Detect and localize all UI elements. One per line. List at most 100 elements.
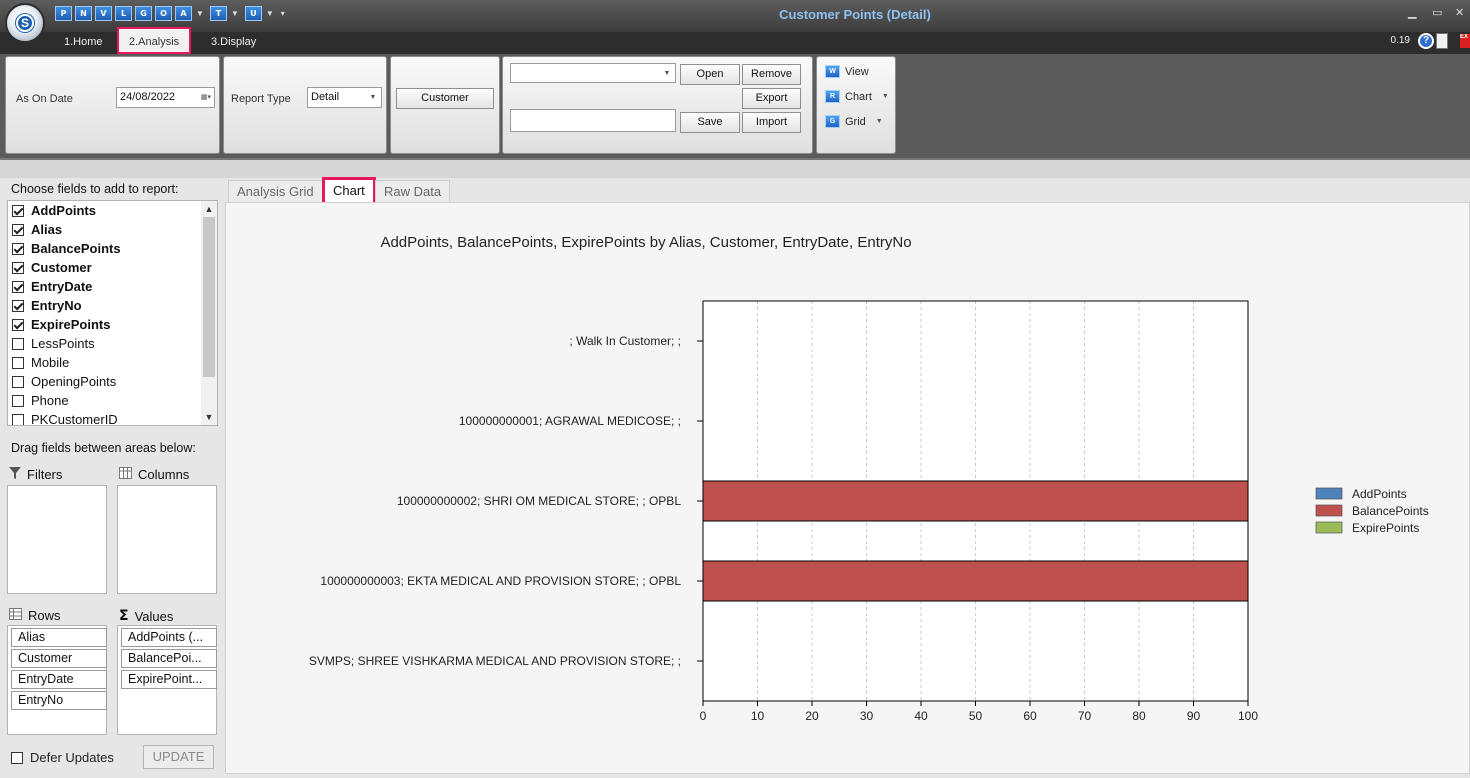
scroll-down-icon[interactable]: ▼ (201, 409, 217, 425)
chevron-down-icon[interactable]: ▼ (196, 9, 204, 18)
field-label: Customer (31, 260, 92, 275)
value-field-chip[interactable]: AddPoints (... (121, 628, 217, 647)
quick-g-button[interactable]: G (135, 6, 152, 21)
chart-button[interactable]: R Chart ▼ (825, 90, 889, 103)
quick-v-button[interactable]: V (95, 6, 112, 21)
defer-updates-label: Defer Updates (30, 750, 114, 765)
layout-group: ▼ Open Remove Export Save Import (502, 56, 813, 154)
open-button[interactable]: Open (680, 64, 740, 85)
exit-icon[interactable]: EX (1460, 34, 1470, 48)
minimize-icon[interactable]: ▁ (1408, 6, 1416, 19)
quick-l-button[interactable]: L (115, 6, 132, 21)
report-type-select[interactable]: Detail ▼ (307, 87, 382, 108)
chevron-down-icon[interactable]: ▼ (876, 118, 883, 125)
values-header: Σ Values (119, 608, 174, 624)
field-checkbox[interactable] (12, 318, 24, 331)
field-label: OpeningPoints (31, 374, 117, 389)
field-item[interactable]: ExpirePoints (8, 315, 217, 334)
chevron-down-icon[interactable]: ▼ (367, 91, 379, 104)
field-item[interactable]: OpeningPoints (8, 372, 217, 391)
calendar-icon[interactable]: ▦▾ (200, 91, 212, 104)
field-checkbox[interactable] (12, 242, 24, 255)
scroll-thumb[interactable] (203, 217, 215, 377)
field-item[interactable]: PKCustomerID (8, 410, 217, 425)
row-field-chip[interactable]: EntryDate (11, 670, 107, 689)
field-item[interactable]: BalancePoints (8, 239, 217, 258)
field-label: LessPoints (31, 336, 95, 351)
update-button[interactable]: UPDATE (143, 745, 214, 769)
as-on-date-field[interactable]: 24/08/2022 ▦▾ (116, 87, 215, 108)
quick-u-button[interactable]: U (244, 6, 262, 21)
field-checkbox[interactable] (12, 280, 24, 293)
import-button[interactable]: Import (742, 112, 801, 133)
values-area[interactable]: AddPoints (... BalancePoi... ExpirePoint… (117, 625, 217, 735)
field-list[interactable]: AddPoints Alias BalancePoints Customer Entry… (7, 200, 218, 426)
field-checkbox[interactable] (12, 413, 24, 425)
close-icon[interactable]: ✕ (1455, 6, 1464, 19)
chevron-down-icon[interactable]: ▼ (882, 93, 889, 100)
layout-name-input[interactable] (510, 109, 676, 132)
field-list-scrollbar[interactable]: ▲ ▼ (201, 201, 217, 425)
value-field-chip[interactable]: BalancePoi... (121, 649, 217, 668)
defer-updates-checkbox[interactable] (11, 751, 23, 764)
view-button[interactable]: W View (825, 65, 869, 78)
tab-analysis[interactable]: 2.Analysis (117, 27, 192, 54)
field-checkbox[interactable] (12, 356, 24, 369)
tab-chart[interactable]: Chart (322, 177, 376, 205)
field-item[interactable]: Alias (8, 220, 217, 239)
field-checkbox[interactable] (12, 394, 24, 407)
customize-toolbar-icon[interactable]: ▾ (281, 9, 285, 18)
quick-p-button[interactable]: P (55, 6, 72, 21)
scroll-up-icon[interactable]: ▲ (201, 201, 217, 217)
rows-area[interactable]: Alias Customer EntryDate EntryNo (7, 625, 107, 735)
quick-t-button[interactable]: T (209, 6, 227, 21)
save-button[interactable]: Save (680, 112, 740, 133)
chart-svg: AddPoints, BalancePoints, ExpirePoints b… (309, 234, 1429, 723)
field-item[interactable]: Customer (8, 258, 217, 277)
defer-updates-toggle[interactable]: Defer Updates (11, 750, 114, 765)
chevron-down-icon[interactable]: ▼ (266, 9, 274, 18)
rows-header: Rows (9, 608, 61, 623)
customer-group: Customer (390, 56, 500, 154)
field-checkbox[interactable] (12, 204, 24, 217)
quick-n-button[interactable]: N (75, 6, 92, 21)
field-item[interactable]: Phone (8, 391, 217, 410)
value-field-chip[interactable]: ExpirePoint... (121, 670, 217, 689)
quick-a-button[interactable]: A (175, 6, 192, 21)
quick-o-button[interactable]: O (155, 6, 172, 21)
row-field-chip[interactable]: Alias (11, 628, 107, 647)
filters-area[interactable] (7, 485, 107, 594)
field-item[interactable]: AddPoints (8, 201, 217, 220)
field-checkbox[interactable] (12, 375, 24, 388)
maximize-icon[interactable]: ▭ (1432, 6, 1442, 19)
row-field-chip[interactable]: Customer (11, 649, 107, 668)
field-checkbox[interactable] (12, 261, 24, 274)
export-button[interactable]: Export (742, 88, 801, 109)
chevron-down-icon[interactable]: ▼ (231, 9, 239, 18)
version-label: 0.19 (1390, 35, 1410, 46)
x-tick-label: 0 (700, 709, 707, 723)
tab-home[interactable]: 1.Home (54, 32, 113, 54)
legend-label: ExpirePoints (1352, 521, 1419, 535)
field-item[interactable]: LessPoints (8, 334, 217, 353)
tab-display[interactable]: 3.Display (201, 32, 266, 54)
tab-analysis-grid[interactable]: Analysis Grid (228, 180, 323, 204)
app-logo[interactable]: S (5, 3, 45, 43)
tab-raw-data[interactable]: Raw Data (375, 180, 451, 204)
remove-button[interactable]: Remove (742, 64, 801, 85)
field-item[interactable]: Mobile (8, 353, 217, 372)
field-item[interactable]: EntryDate (8, 277, 217, 296)
field-checkbox[interactable] (12, 299, 24, 312)
document-icon[interactable] (1436, 33, 1448, 49)
row-field-chip[interactable]: EntryNo (11, 691, 107, 710)
grid-button[interactable]: G Grid ▼ (825, 115, 883, 128)
chevron-down-icon[interactable]: ▼ (661, 67, 673, 80)
help-icon[interactable]: ? (1418, 33, 1434, 49)
columns-icon (119, 467, 132, 482)
field-checkbox[interactable] (12, 337, 24, 350)
field-checkbox[interactable] (12, 223, 24, 236)
layout-select[interactable]: ▼ (510, 63, 676, 83)
columns-area[interactable] (117, 485, 217, 594)
customer-button[interactable]: Customer (396, 88, 494, 109)
field-item[interactable]: EntryNo (8, 296, 217, 315)
